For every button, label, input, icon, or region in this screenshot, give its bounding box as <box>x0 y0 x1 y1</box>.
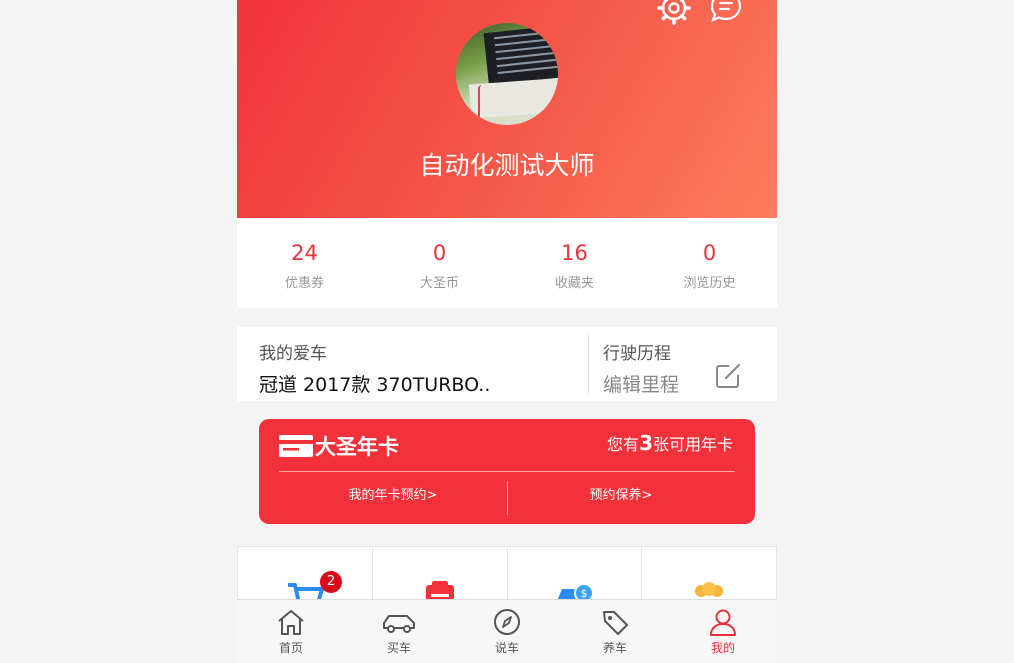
card-divider <box>279 471 735 472</box>
stat-label: 大圣币 <box>419 276 459 291</box>
my-car-section: 我的爱车 冠道 2017款 370TURBO.. 行驶历程 编辑里程 <box>237 327 777 401</box>
tag-icon <box>603 611 628 635</box>
annual-card-title: 大圣年卡 <box>315 435 399 459</box>
stat-history[interactable]: 0 浏览历史 <box>642 218 777 308</box>
tab-label: 买车 <box>386 641 411 655</box>
stat-coins[interactable]: 0 大圣币 <box>372 218 507 308</box>
tab-car-talk[interactable]: 说车 <box>453 600 561 663</box>
tab-label: 养车 <box>602 641 627 655</box>
annual-card-banner: 大圣年卡 您有3张可用年卡 我的年卡预约> 预约保养> <box>259 419 755 524</box>
avatar-laptop-screen <box>483 24 558 86</box>
username: 自动化测试大师 <box>419 151 595 180</box>
tab-car-care[interactable]: 养车 <box>561 600 669 663</box>
mileage-info[interactable]: 行驶历程 编辑里程 <box>603 339 679 397</box>
cart-count-badge: 2 <box>320 571 342 593</box>
annual-card-count: 您有3张可用年卡 <box>607 431 733 455</box>
stat-value: 0 <box>432 241 447 265</box>
annual-card-reservation-link[interactable]: 我的年卡预约> <box>279 484 507 503</box>
shortcut-grid: 2 $ <box>237 546 777 611</box>
vertical-divider <box>588 335 589 393</box>
edit-mileage-label: 编辑里程 <box>603 374 680 396</box>
avatar[interactable] <box>456 23 558 125</box>
stat-value: 24 <box>291 241 318 265</box>
compass-icon <box>494 609 520 635</box>
avatar-cable <box>478 85 486 121</box>
user-icon <box>710 609 736 636</box>
shortcut-cart[interactable]: 2 <box>238 547 373 605</box>
car-icon <box>383 615 415 633</box>
profile-screen: 自动化测试大师 24 优惠券 0 大圣币 16 收藏夹 0 浏览历史 我的爱车 … <box>237 0 777 663</box>
tab-buy-car[interactable]: 买车 <box>345 600 453 663</box>
stat-label: 收藏夹 <box>554 276 594 291</box>
mileage-title: 行驶历程 <box>603 344 671 364</box>
my-car-title: 我的爱车 <box>259 344 327 364</box>
stat-value: 16 <box>561 241 588 265</box>
settings-gear-icon[interactable] <box>656 0 692 26</box>
profile-header: 自动化测试大师 <box>237 0 777 218</box>
shortcut-orders[interactable] <box>373 547 508 611</box>
tab-home[interactable]: 首页 <box>237 600 345 663</box>
stat-favorites[interactable]: 16 收藏夹 <box>507 218 642 308</box>
tab-label: 说车 <box>494 641 519 655</box>
count-prefix: 您有 <box>607 435 640 454</box>
stat-value: 0 <box>702 241 717 265</box>
bottom-tab-bar: 首页 买车 说车 养车 我的 <box>237 599 777 663</box>
my-car-model: 冠道 2017款 370TURBO.. <box>259 374 491 396</box>
card-icon <box>279 435 313 457</box>
count-value: 3 <box>639 431 653 455</box>
home-icon <box>278 610 304 635</box>
tab-label: 首页 <box>278 641 303 655</box>
my-car-info[interactable]: 我的爱车 冠道 2017款 370TURBO.. <box>259 339 490 397</box>
shortcut-vehicle-service[interactable]: $ <box>508 547 643 605</box>
count-suffix: 张可用年卡 <box>652 435 733 454</box>
stats-bar: 24 优惠券 0 大圣币 16 收藏夹 0 浏览历史 <box>237 218 777 308</box>
stat-coupons[interactable]: 24 优惠券 <box>237 218 372 308</box>
edit-icon[interactable] <box>715 363 741 389</box>
tab-mine[interactable]: 我的 <box>669 600 777 663</box>
stat-label: 浏览历史 <box>683 276 736 291</box>
stat-label: 优惠券 <box>284 276 324 291</box>
maintenance-booking-link[interactable]: 预约保养> <box>507 484 735 503</box>
tab-label: 我的 <box>710 641 735 655</box>
message-bubble-icon[interactable] <box>709 0 743 24</box>
shortcut-members[interactable] <box>642 547 776 611</box>
